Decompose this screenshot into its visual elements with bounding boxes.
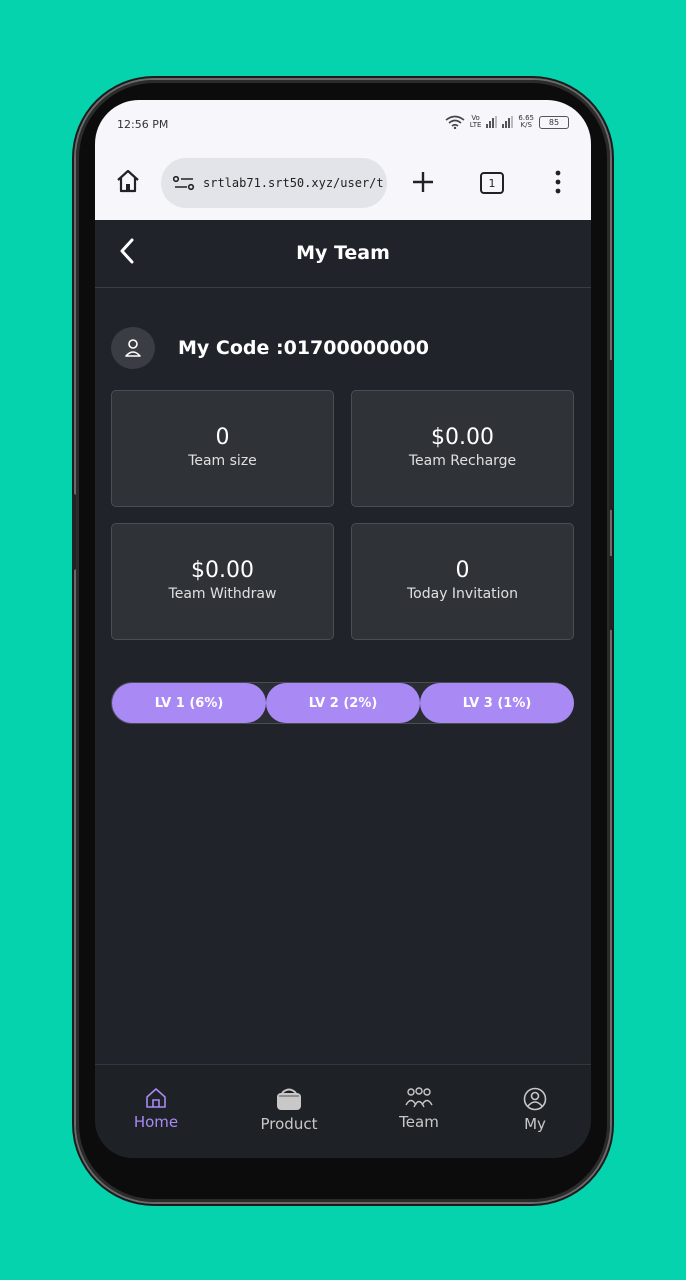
stat-card-team-withdraw: $0.00 Team Withdraw (111, 523, 334, 640)
tab-switcher-button[interactable]: 1 (480, 172, 504, 194)
new-tab-icon[interactable] (411, 170, 435, 194)
avatar (111, 327, 155, 369)
user-icon (523, 1087, 547, 1111)
nav-team[interactable]: Team (374, 1087, 464, 1131)
app-header: My Team (95, 220, 591, 288)
level-tabs: LV 1 (6%) LV 2 (2%) LV 3 (1%) (111, 682, 574, 724)
team-icon (405, 1087, 433, 1108)
stat-value: 0 (455, 558, 470, 583)
volume-button (72, 494, 76, 570)
user-icon (125, 339, 141, 357)
nav-my[interactable]: My (490, 1087, 580, 1133)
stat-card-team-size: 0 Team size (111, 390, 334, 507)
wifi-icon (445, 115, 465, 129)
signal-icon-2 (502, 116, 514, 128)
nav-label: Team (399, 1113, 439, 1131)
stat-card-today-invitation: 0 Today Invitation (351, 523, 574, 640)
network-type: Vo LTE (469, 114, 482, 129)
url-bar[interactable]: srtlab71.srt50.xyz/user/t (161, 158, 387, 208)
product-icon (277, 1088, 301, 1110)
stat-label: Team Recharge (408, 453, 517, 469)
nav-label: Home (133, 1113, 179, 1131)
nav-label: Product (260, 1115, 318, 1133)
nav-product[interactable]: Product (244, 1087, 334, 1133)
tab-level-3[interactable]: LV 3 (1%) (420, 683, 574, 723)
stat-label: Team size (188, 453, 257, 469)
stat-card-team-recharge: $0.00 Team Recharge (351, 390, 574, 507)
side-button (609, 556, 613, 630)
my-code-row: My Code :01700000000 (111, 327, 429, 369)
tab-level-2[interactable]: LV 2 (2%) (266, 683, 420, 723)
tab-count: 1 (488, 176, 496, 190)
status-icons: Vo LTE 6.65 K/S 85 (445, 115, 569, 129)
nav-label: My (524, 1115, 546, 1133)
battery-level: 85 (548, 117, 560, 127)
more-menu-icon[interactable] (555, 170, 561, 194)
network-speed: 6.65 K/S (518, 114, 534, 129)
bottom-nav: Home Product Team My (95, 1064, 591, 1158)
page-title: My Team (296, 242, 390, 264)
stat-value: $0.00 (431, 425, 494, 450)
stat-value: $0.00 (191, 558, 254, 583)
phone-screen: 12:56 PM Vo LTE 6.65 K/S 85 srtlab71.srt… (95, 100, 591, 1158)
status-bar: 12:56 PM Vo LTE 6.65 K/S 85 (95, 100, 591, 146)
stat-label: Team Withdraw (168, 586, 277, 602)
home-icon (146, 1088, 166, 1108)
nav-home[interactable]: Home (111, 1087, 201, 1131)
tab-level-1[interactable]: LV 1 (6%) (112, 683, 266, 723)
stat-label: Today Invitation (406, 586, 518, 602)
status-time: 12:56 PM (117, 118, 169, 131)
signal-icon (486, 116, 498, 128)
browser-toolbar: srtlab71.srt50.xyz/user/t 1 (95, 146, 591, 220)
stat-value: 0 (215, 425, 230, 450)
url-text: srtlab71.srt50.xyz/user/t (203, 176, 384, 190)
power-button (609, 360, 613, 510)
my-code-text: My Code :01700000000 (178, 337, 430, 359)
home-icon[interactable] (115, 168, 141, 194)
battery-icon: 85 (539, 115, 569, 129)
site-settings-icon[interactable] (173, 175, 195, 191)
